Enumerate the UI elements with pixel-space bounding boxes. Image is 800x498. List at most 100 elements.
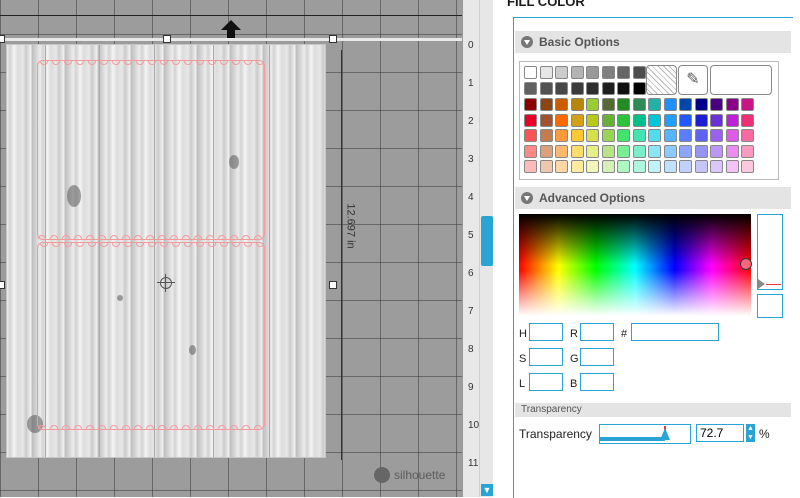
basic-options-header[interactable]: Basic Options — [515, 31, 791, 53]
color-swatch[interactable] — [555, 144, 568, 158]
color-swatch[interactable] — [725, 129, 739, 142]
color-swatch[interactable] — [741, 144, 754, 158]
hex-field[interactable] — [631, 323, 719, 341]
selection-handle[interactable] — [329, 35, 337, 43]
color-swatch[interactable] — [539, 129, 553, 142]
color-swatch[interactable] — [601, 113, 615, 127]
color-swatch[interactable] — [694, 129, 708, 142]
color-swatch[interactable] — [679, 144, 692, 158]
transparency-input[interactable] — [696, 424, 744, 442]
color-swatch[interactable] — [586, 144, 599, 158]
color-swatch[interactable] — [524, 66, 537, 79]
vertical-scrollbar[interactable]: ▼ — [479, 0, 494, 497]
color-swatch[interactable] — [586, 98, 599, 111]
color-swatch[interactable] — [555, 98, 568, 111]
color-swatch[interactable] — [710, 144, 723, 158]
color-swatch[interactable] — [632, 98, 646, 111]
color-swatch[interactable] — [539, 144, 553, 158]
color-swatch[interactable] — [663, 160, 677, 173]
color-swatch[interactable] — [725, 144, 739, 158]
color-swatch[interactable] — [663, 98, 677, 111]
color-swatch[interactable] — [725, 113, 739, 127]
color-swatch[interactable] — [617, 160, 630, 173]
color-swatch[interactable] — [570, 113, 584, 127]
transparency-thumb[interactable] — [660, 428, 671, 440]
color-swatch[interactable] — [741, 129, 754, 142]
color-swatch[interactable] — [524, 81, 537, 95]
color-swatch[interactable] — [601, 129, 615, 142]
color-swatch[interactable] — [679, 98, 692, 111]
color-swatch[interactable] — [601, 66, 615, 79]
selection-handle[interactable] — [0, 35, 5, 43]
advanced-options-header[interactable]: Advanced Options — [515, 187, 791, 209]
color-swatch[interactable] — [601, 98, 615, 111]
color-swatch[interactable] — [648, 129, 661, 142]
l-field[interactable] — [529, 373, 563, 391]
color-swatch[interactable] — [555, 81, 568, 95]
color-swatch[interactable] — [570, 81, 584, 95]
color-swatch[interactable] — [632, 160, 646, 173]
color-swatch[interactable] — [524, 113, 537, 127]
color-swatch[interactable] — [679, 129, 692, 142]
transparency-slider[interactable] — [599, 424, 691, 444]
color-swatch[interactable] — [741, 98, 754, 111]
color-swatch[interactable] — [710, 160, 723, 173]
color-swatch[interactable] — [632, 113, 646, 127]
color-swatch[interactable] — [586, 81, 599, 95]
b-field[interactable] — [580, 373, 614, 391]
color-swatch[interactable] — [617, 129, 630, 142]
color-swatch[interactable] — [539, 113, 553, 127]
scrollbar-thumb[interactable] — [481, 216, 493, 266]
color-swatch[interactable] — [741, 113, 754, 127]
cut-shape-top[interactable] — [37, 60, 265, 240]
color-swatch[interactable] — [617, 144, 630, 158]
color-swatch[interactable] — [570, 160, 584, 173]
color-swatch[interactable] — [586, 66, 599, 79]
color-swatch[interactable] — [617, 98, 630, 111]
color-swatch[interactable] — [601, 81, 615, 95]
color-swatch[interactable] — [632, 129, 646, 142]
color-swatch[interactable] — [648, 113, 661, 127]
color-swatch[interactable] — [555, 160, 568, 173]
color-swatch[interactable] — [694, 144, 708, 158]
color-swatch[interactable] — [617, 66, 630, 79]
color-swatch[interactable] — [539, 66, 553, 79]
transparency-stepper[interactable]: ▲ ▼ — [746, 424, 755, 442]
selection-handle[interactable] — [0, 281, 5, 289]
color-swatch[interactable] — [694, 113, 708, 127]
color-swatch[interactable] — [570, 129, 584, 142]
spectrum-target-icon[interactable] — [740, 258, 752, 270]
color-swatch[interactable] — [524, 129, 537, 142]
cut-shape-bottom[interactable] — [37, 242, 265, 430]
selection-handle[interactable] — [329, 281, 337, 289]
color-swatch[interactable] — [539, 98, 553, 111]
color-swatch[interactable] — [710, 113, 723, 127]
color-swatch[interactable] — [586, 129, 599, 142]
no-color-swatch-icon[interactable] — [646, 65, 677, 95]
color-swatch[interactable] — [741, 160, 754, 173]
color-swatch[interactable] — [663, 113, 677, 127]
color-swatch[interactable] — [617, 113, 630, 127]
color-swatch[interactable] — [663, 144, 677, 158]
color-swatch[interactable] — [679, 160, 692, 173]
color-swatch[interactable] — [679, 113, 692, 127]
color-swatch[interactable] — [617, 81, 630, 95]
s-field[interactable] — [529, 348, 563, 366]
color-swatch[interactable] — [524, 160, 537, 173]
eyedropper-icon[interactable]: ✎ — [678, 65, 708, 95]
color-swatch[interactable] — [710, 98, 723, 111]
color-swatch[interactable] — [632, 81, 646, 95]
color-swatch[interactable] — [632, 66, 646, 79]
color-swatch[interactable] — [586, 160, 599, 173]
color-swatch[interactable] — [648, 144, 661, 158]
color-swatch[interactable] — [725, 98, 739, 111]
color-swatch[interactable] — [694, 98, 708, 111]
color-swatch[interactable] — [725, 160, 739, 173]
design-canvas[interactable]: 12.697 in silhouette — [0, 0, 462, 497]
rotation-center-icon[interactable] — [157, 274, 175, 292]
current-color-swatch[interactable] — [710, 65, 772, 95]
color-swatch[interactable] — [524, 98, 537, 111]
color-swatch[interactable] — [539, 81, 553, 95]
color-swatch[interactable] — [570, 66, 584, 79]
collapse-arrow-icon[interactable] — [521, 192, 533, 204]
